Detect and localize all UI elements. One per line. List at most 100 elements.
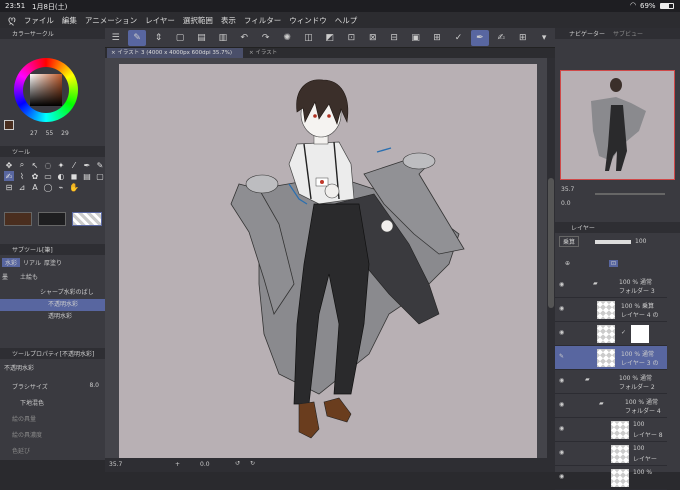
blend-mode-select[interactable]: 乗算 [559, 236, 580, 247]
crop-icon[interactable]: ⊞ [428, 30, 445, 46]
gradient-icon[interactable]: ▤ [82, 171, 92, 181]
close-icon[interactable]: × [111, 50, 116, 56]
eye-icon[interactable]: ◉ [559, 401, 564, 408]
deselect-icon[interactable]: ⊠ [364, 30, 381, 46]
main-color-swatch[interactable] [4, 120, 14, 130]
rotate-right-icon[interactable]: ↻ [250, 460, 255, 467]
brush-icon[interactable]: ✒ [471, 29, 489, 46]
menu-help[interactable]: ヘルプ [335, 15, 358, 26]
clear-icon[interactable]: ◫ [300, 30, 317, 46]
layer-row[interactable]: ◉ 100 レイヤー [555, 442, 667, 466]
rotate-left-icon[interactable]: ↺ [235, 460, 240, 467]
text-icon[interactable]: A [30, 182, 40, 192]
eye-icon[interactable]: ◉ [559, 281, 564, 288]
eye-icon[interactable]: ◉ [559, 425, 564, 432]
menu-icon[interactable]: ☰ [107, 30, 124, 46]
menu-edit[interactable]: 編集 [62, 15, 77, 26]
subtool-tab-thick[interactable]: 厚塗り [44, 258, 62, 267]
canvas[interactable] [119, 64, 537, 458]
eye-icon[interactable]: ◉ [559, 329, 564, 336]
menu-selection[interactable]: 選択範囲 [183, 15, 213, 26]
layer-row[interactable]: ◉ 100 % 乗算 レイヤー 4 の [555, 298, 667, 322]
close-icon[interactable]: × [249, 50, 254, 56]
blend-icon[interactable]: ◐ [56, 171, 66, 181]
auto-select-icon[interactable]: ✦ [56, 160, 66, 170]
move-icon[interactable]: ✥ [4, 160, 14, 170]
menu-filter[interactable]: フィルター [244, 15, 281, 26]
balloon-icon[interactable]: ◯ [43, 182, 53, 192]
pencil-icon[interactable]: ✎ [95, 160, 105, 170]
opacity-slider[interactable] [595, 239, 632, 244]
pen-mode-icon[interactable]: ✎ [128, 29, 146, 46]
layer-row-selected[interactable]: ✎ 100 % 通常 レイヤー 3 の [555, 346, 667, 370]
drawing-color-main[interactable] [4, 212, 32, 226]
grid-icon[interactable]: ⊞ [514, 30, 531, 46]
color-stretch-row[interactable]: 色延び [0, 441, 105, 457]
correct-line-icon[interactable]: ⌁ [56, 182, 66, 192]
chevron-icon[interactable]: ⇕ [150, 30, 167, 46]
eyedropper-icon[interactable]: ⁄ [69, 160, 79, 170]
more-icon[interactable]: ▾ [535, 30, 552, 46]
brush-size-row[interactable]: ブラシサイズ 8.0 [0, 376, 105, 393]
eye-icon[interactable]: ◉ [559, 305, 564, 312]
menu-view[interactable]: 表示 [221, 15, 236, 26]
figure-icon[interactable]: ▢ [95, 171, 105, 181]
eraser-icon[interactable]: ▭ [43, 171, 53, 181]
subtool-tab-clay[interactable]: 土絵も [20, 272, 38, 281]
undo-icon[interactable]: ↶ [236, 30, 253, 46]
check-icon[interactable]: ✓ [450, 30, 467, 46]
layer-clip-icon[interactable]: ⊡ [609, 260, 619, 267]
selection-border-icon[interactable]: ▣ [407, 30, 424, 46]
drawing-color-sub[interactable] [38, 212, 66, 226]
fill-tool-icon[interactable]: ◼ [69, 171, 79, 181]
scrollbar-thumb[interactable] [548, 178, 554, 308]
underlay-row[interactable]: 下地混色 [0, 393, 105, 409]
paint-amount-row[interactable]: 絵の具量 [0, 409, 105, 425]
zoom-icon[interactable]: ⌕ [17, 160, 27, 170]
new-icon[interactable]: ▢ [171, 30, 188, 46]
airbrush-icon[interactable]: ⌇ [17, 171, 27, 181]
navigator-preview[interactable] [560, 70, 675, 180]
navigator-zoom-slider[interactable] [595, 193, 665, 195]
paint-density-row[interactable]: 絵の具濃度 [0, 425, 105, 441]
subtool-tab-real[interactable]: リアル [23, 258, 41, 267]
menu-file[interactable]: ファイル [24, 15, 54, 26]
subtool-tab-watercolor[interactable]: 水彩 [2, 258, 21, 267]
app-logo-icon[interactable]: ღ [8, 15, 16, 26]
tab-inactive[interactable]: × イラスト [245, 48, 295, 58]
layer-row[interactable]: ◉ 100 % [555, 466, 667, 490]
zoom-in-icon[interactable]: + [175, 461, 180, 468]
hand-icon[interactable]: ✋ [69, 182, 79, 192]
save-icon[interactable]: ▥ [214, 30, 231, 46]
tab-active[interactable]: × イラスト 3 (4000 x 4000px 600dpi 35.7%) [107, 48, 243, 58]
color-square[interactable] [30, 74, 62, 106]
lasso-icon[interactable]: ◌ [43, 160, 53, 170]
canvas-scrollbar[interactable] [547, 58, 555, 458]
drawing-color-transparent[interactable] [72, 212, 102, 226]
redo-icon[interactable]: ↷ [257, 30, 274, 46]
subview-tab[interactable]: サブビュー [613, 29, 643, 38]
layer-row[interactable]: ◉ ✓ [555, 322, 667, 346]
subtool-item-opaque[interactable]: 不透明水彩 [0, 299, 105, 311]
layer-row[interactable]: ◉ ▰ 100 % 通常 フォルダー 4 [555, 394, 667, 418]
navigator-title[interactable]: ナビゲーター [569, 29, 605, 38]
ruler-icon[interactable]: ⊿ [17, 182, 27, 192]
frame-icon[interactable]: ⊟ [4, 182, 14, 192]
brush-tool-icon[interactable]: ✍ [4, 171, 14, 181]
transform-icon[interactable]: ⊡ [343, 30, 360, 46]
eye-icon[interactable]: ◉ [559, 473, 564, 480]
layer-row[interactable]: ◉ ▰ 100 % 通常 フォルダー 2 [555, 370, 667, 394]
subtool-item-transparent[interactable]: 透明水彩 [0, 311, 105, 323]
eye-icon[interactable]: ◉ [559, 449, 564, 456]
layer-lock-icon[interactable]: ⊕ [565, 260, 570, 267]
subtool-tab-ink[interactable]: 墨 [2, 272, 8, 281]
operation-icon[interactable]: ↖ [30, 160, 40, 170]
eye-icon[interactable]: ◉ [559, 377, 564, 384]
layer-row[interactable]: ◉ ▰ 100 % 通常 フォルダー 3 [555, 274, 667, 298]
pen-icon[interactable]: ✍ [493, 30, 510, 46]
menu-window[interactable]: ウィンドウ [289, 15, 327, 26]
invert-selection-icon[interactable]: ⊟ [385, 30, 402, 46]
decoration-icon[interactable]: ✿ [30, 171, 40, 181]
fill-icon[interactable]: ◩ [321, 30, 338, 46]
menu-animation[interactable]: アニメーション [85, 15, 137, 26]
